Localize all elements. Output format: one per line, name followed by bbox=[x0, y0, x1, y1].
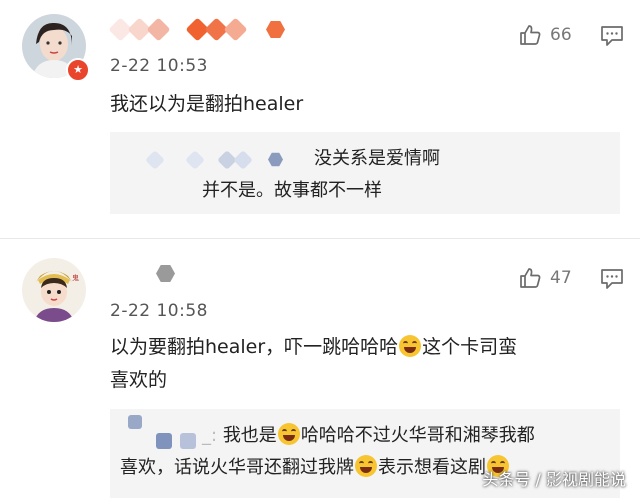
reply-name-suffix: _: bbox=[202, 425, 218, 446]
username-mosaic[interactable] bbox=[108, 17, 285, 42]
reply-comment-icon[interactable] bbox=[600, 268, 624, 290]
reply-text-line2b: 表示想看这剧 bbox=[378, 457, 486, 478]
reply-username-mosaic-2 bbox=[156, 433, 196, 449]
reply-text-part1: 我也是 bbox=[222, 425, 277, 446]
like-button[interactable]: 66 bbox=[518, 23, 572, 47]
verified-badge-icon: ★ bbox=[66, 58, 90, 82]
reply-text-line2: 喜欢，话说火华哥还翻过我牌 表示想看这剧 bbox=[120, 453, 510, 483]
grin-emoji-icon bbox=[399, 335, 422, 357]
username-mosaic[interactable] bbox=[112, 264, 175, 283]
comment-text: 以为要翻拍healer，吓一跳哈哈哈 这个卡司蛮 喜欢的 bbox=[110, 331, 517, 397]
reply-comment-icon[interactable] bbox=[600, 25, 624, 47]
reply-username-mosaic bbox=[145, 149, 283, 170]
comment-timestamp: 2-22 10:58 bbox=[110, 301, 208, 321]
reply-text: 没关系是爱情啊 bbox=[314, 148, 440, 169]
svg-text:鬼: 鬼 bbox=[72, 273, 79, 282]
comment-text-line2: 喜欢的 bbox=[110, 369, 168, 391]
like-button[interactable]: 47 bbox=[518, 266, 572, 290]
reply-text-continued: 并不是。故事都不一样 bbox=[202, 180, 382, 201]
thumbs-up-icon bbox=[520, 268, 541, 288]
like-count: 66 bbox=[550, 25, 572, 45]
thumbs-up-icon bbox=[520, 25, 541, 45]
laughing-emoji-icon bbox=[277, 423, 300, 445]
reply-box[interactable]: 没关系是爱情啊 并不是。故事都不一样 bbox=[110, 132, 620, 214]
avatar[interactable]: 鬼 bbox=[22, 258, 86, 322]
reply-text: _: 我也是 哈哈哈不过火华哥和湘琴我都 bbox=[202, 421, 535, 451]
reply-username-mosaic bbox=[128, 415, 142, 429]
like-count: 47 bbox=[550, 268, 572, 288]
comment-timestamp: 2-22 10:53 bbox=[110, 56, 208, 76]
comment-text-line1: 以为要翻拍healer，吓一跳哈哈哈 bbox=[110, 336, 399, 358]
reply-text-line2a: 喜欢，话说火华哥还翻过我牌 bbox=[120, 457, 354, 478]
comment-text-line1-end: 这个卡司蛮 bbox=[422, 336, 518, 358]
watermark: 头条号 / 影视剧能说 bbox=[482, 470, 626, 489]
comment-1: ★ 2-22 10:53 66 我还以为是翻拍healer 没关系是爱情啊 并不… bbox=[0, 0, 640, 238]
laughing-emoji-icon bbox=[355, 455, 377, 477]
comment-2: 鬼 2-22 10:58 47 以为要翻拍healer，吓一跳哈哈哈 这个卡司蛮 … bbox=[0, 239, 640, 498]
comment-text: 我还以为是翻拍healer bbox=[110, 93, 304, 115]
reply-text-part2: 哈哈哈不过火华哥和湘琴我都 bbox=[300, 425, 535, 446]
